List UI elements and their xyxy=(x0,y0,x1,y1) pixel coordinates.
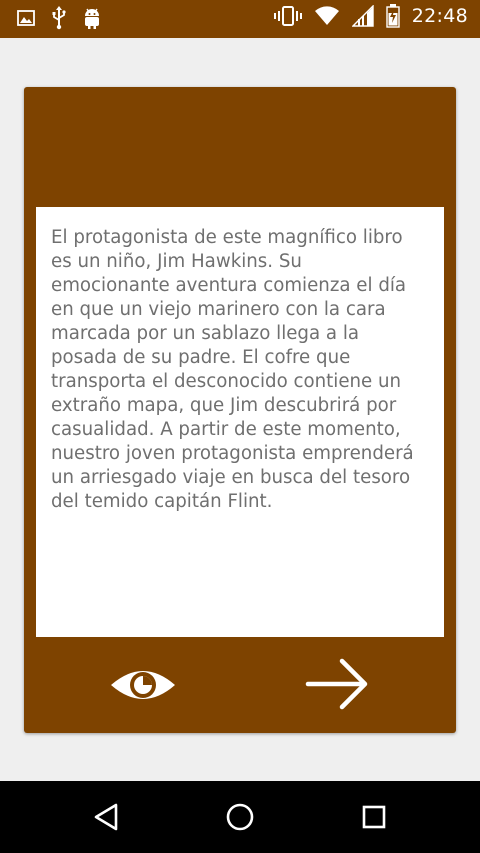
signal-icon xyxy=(351,5,374,27)
home-button[interactable] xyxy=(220,797,260,837)
navigation-bar xyxy=(0,781,480,853)
view-button[interactable] xyxy=(106,655,180,715)
recents-button[interactable] xyxy=(354,797,394,837)
book-card: El protagonista de este magnífico libro … xyxy=(24,87,456,733)
back-icon xyxy=(94,803,118,831)
arrow-right-icon xyxy=(305,658,368,710)
home-icon xyxy=(226,803,254,831)
image-icon xyxy=(16,8,36,28)
usb-icon xyxy=(50,6,68,30)
eye-icon xyxy=(111,671,175,699)
recents-icon xyxy=(362,805,386,829)
description-panel: El protagonista de este magnífico libro … xyxy=(36,207,444,637)
clock: 22:48 xyxy=(411,5,468,27)
status-bar: 22:48 xyxy=(0,0,480,38)
back-button[interactable] xyxy=(87,797,127,837)
next-button[interactable] xyxy=(300,653,374,715)
android-icon xyxy=(82,6,102,30)
battery-icon xyxy=(386,4,400,28)
book-description: El protagonista de este magnífico libro … xyxy=(51,227,414,512)
vibrate-icon xyxy=(273,5,302,27)
wifi-icon xyxy=(314,5,340,27)
content-area: El protagonista de este magnífico libro … xyxy=(0,38,480,781)
